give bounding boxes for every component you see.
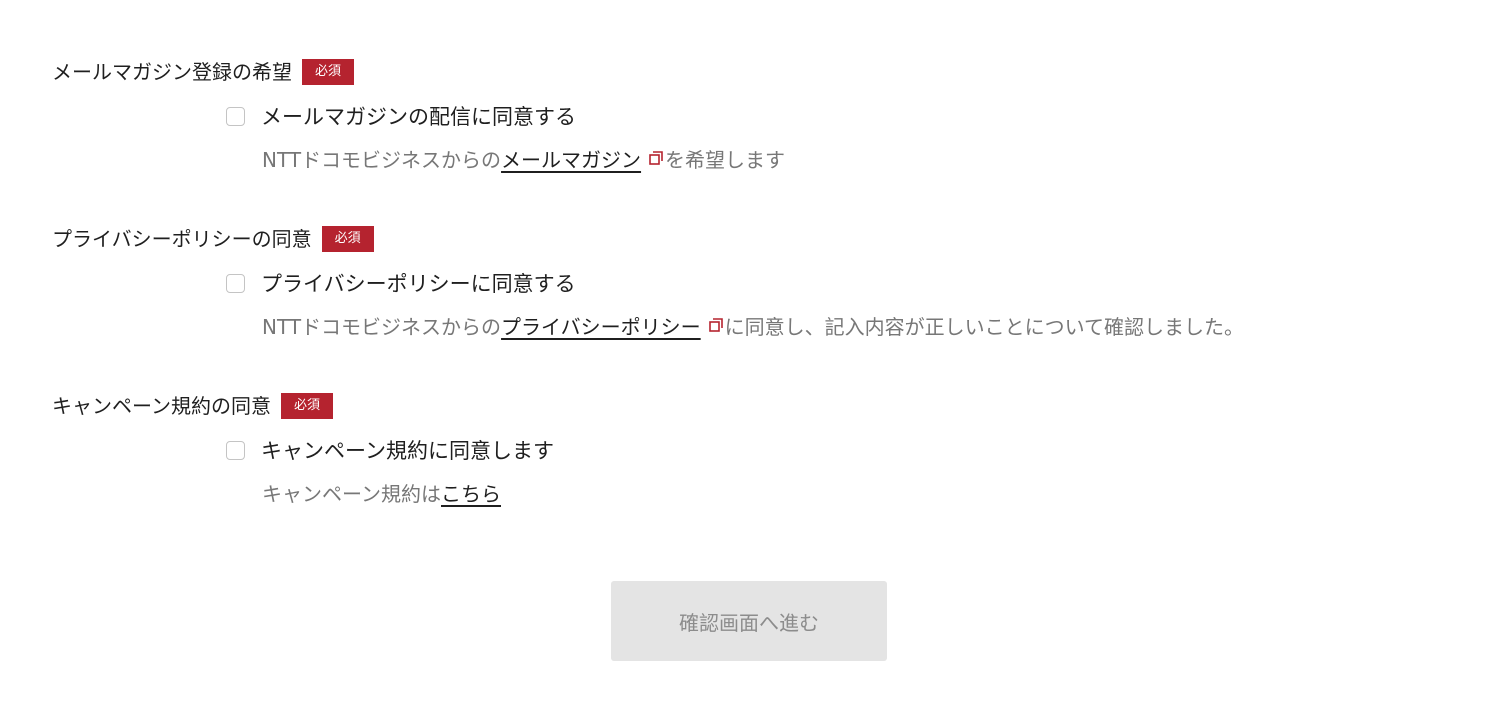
privacy-policy-title: プライバシーポリシーの同意 必須 bbox=[52, 224, 374, 254]
note-text-after: に同意し、記入内容が正しいことについて確認しました。 bbox=[724, 314, 1245, 339]
mail-magazine-title: メールマガジン登録の希望 必須 bbox=[52, 57, 355, 87]
required-badge: 必須 bbox=[281, 393, 334, 419]
proceed-to-confirmation-button[interactable]: 確認画面へ進む bbox=[611, 581, 887, 661]
campaign-terms-checkbox[interactable] bbox=[226, 440, 245, 460]
privacy-policy-checkbox[interactable] bbox=[226, 273, 245, 293]
section-title-text: キャンペーン規約の同意 bbox=[52, 394, 271, 418]
section-title-text: プライバシーポリシーの同意 bbox=[52, 227, 312, 251]
note-text-before: NTTドコモビジネスからの bbox=[262, 147, 502, 172]
mail-magazine-consent-row[interactable]: メールマガジンの配信に同意する bbox=[226, 101, 576, 131]
required-badge: 必須 bbox=[302, 59, 355, 85]
note-text-before: キャンペーン規約は bbox=[262, 481, 441, 506]
campaign-terms-title: キャンペーン規約の同意 必須 bbox=[52, 391, 334, 421]
campaign-terms-note: キャンペーン規約は こちら bbox=[262, 477, 501, 507]
external-link-icon bbox=[649, 151, 663, 165]
required-badge: 必須 bbox=[321, 226, 374, 252]
section-title-text: メールマガジン登録の希望 bbox=[52, 60, 292, 84]
external-link-icon bbox=[708, 318, 723, 332]
note-text-after: を希望します bbox=[665, 147, 786, 172]
mail-magazine-note: NTTドコモビジネスからの メールマガジン を希望します bbox=[262, 143, 785, 173]
privacy-policy-link[interactable]: プライバシーポリシー bbox=[501, 311, 701, 340]
mail-magazine-checkbox-label[interactable]: メールマガジンの配信に同意する bbox=[261, 101, 576, 131]
privacy-policy-checkbox-label[interactable]: プライバシーポリシーに同意する bbox=[261, 268, 576, 298]
privacy-policy-consent-row[interactable]: プライバシーポリシーに同意する bbox=[226, 268, 576, 298]
campaign-terms-consent-row[interactable]: キャンペーン規約に同意します bbox=[226, 435, 554, 465]
mail-magazine-checkbox[interactable] bbox=[226, 106, 245, 126]
privacy-policy-note: NTTドコモビジネスからの プライバシーポリシー に同意し、記入内容が正しいこと… bbox=[262, 310, 1244, 340]
note-text-before: NTTドコモビジネスからの bbox=[262, 314, 502, 339]
mail-magazine-link[interactable]: メールマガジン bbox=[501, 144, 641, 173]
campaign-terms-link[interactable]: こちら bbox=[441, 478, 501, 507]
campaign-terms-checkbox-label[interactable]: キャンペーン規約に同意します bbox=[261, 435, 554, 465]
